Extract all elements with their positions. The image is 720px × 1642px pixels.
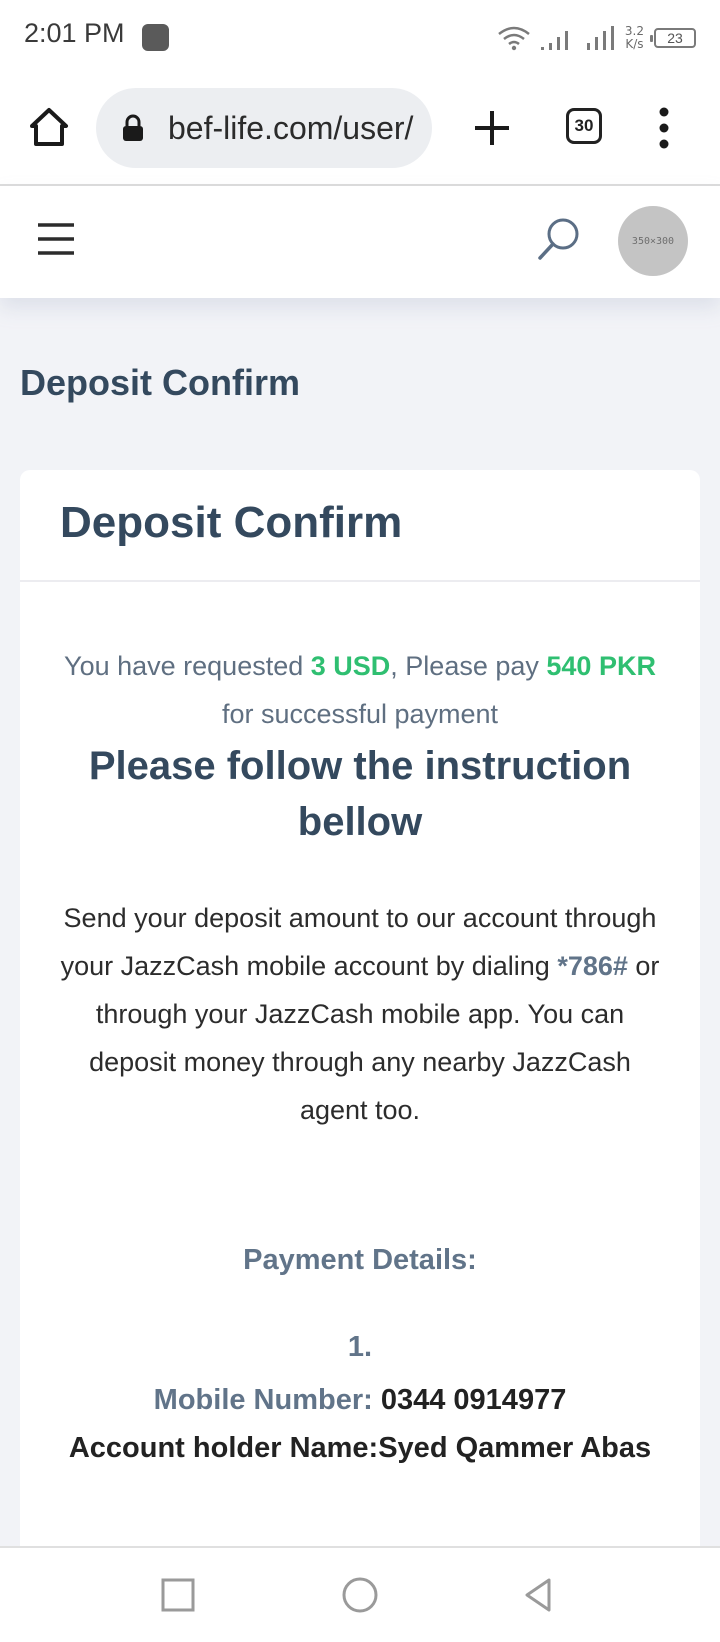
network-speed: 3.2 K/s	[625, 25, 644, 51]
avatar-placeholder-text: 350×300	[631, 235, 675, 247]
tab-switcher-button[interactable]: 30	[566, 108, 602, 144]
card-header: Deposit Confirm	[20, 470, 700, 582]
pay-amount: 540 PKR	[546, 651, 656, 681]
battery-level: 23	[667, 30, 683, 46]
ussd-code: *786#	[557, 951, 628, 981]
battery-icon: 23	[650, 28, 696, 48]
signal-icon-1	[540, 31, 568, 50]
site-header: 350×300	[0, 186, 720, 298]
mobile-number-value: 0344 0914977	[372, 1384, 567, 1416]
new-tab-icon[interactable]	[472, 108, 512, 148]
address-bar[interactable]: bef-life.com/user/	[96, 88, 432, 168]
url-text[interactable]: bef-life.com/user/	[168, 110, 413, 147]
browser-toolbar: bef-life.com/user/ 30	[0, 76, 720, 186]
status-indicators: 3.2 K/s 23	[497, 18, 696, 58]
app-notification-icon	[142, 24, 169, 51]
more-options-icon[interactable]	[648, 104, 680, 152]
back-icon[interactable]	[517, 1572, 563, 1618]
mobile-number-label: Mobile Number:	[153, 1384, 373, 1416]
status-time: 2:01 PM	[24, 18, 125, 48]
payment-item: 1. Mobile Number: 0344 0914977 Account h…	[60, 1331, 660, 1472]
payment-item-number: 1.	[347, 1331, 373, 1363]
account-holder-name: Account holder Name:Syed Qammer Abas	[68, 1432, 652, 1464]
instruction-heading: Please follow the instruction bellow	[88, 744, 632, 844]
request-suffix: for successful payment	[221, 699, 499, 729]
status-bar: 2:01 PM 3.2 K/s 23	[0, 0, 720, 76]
payment-details-heading: Payment Details:	[243, 1244, 477, 1276]
lock-icon	[123, 114, 143, 141]
signal-icon-2	[586, 26, 614, 50]
page-title: Deposit Confirm	[20, 362, 301, 403]
requested-amount: 3 USD	[310, 651, 391, 681]
net-speed-unit: K/s	[625, 37, 644, 51]
request-prefix: You have requested	[64, 651, 311, 681]
instruction-text: Send your deposit amount to our account …	[60, 894, 660, 1134]
avatar[interactable]: 350×300	[618, 206, 688, 276]
search-icon[interactable]	[536, 216, 582, 262]
home-icon[interactable]	[28, 106, 70, 148]
tab-count: 30	[574, 116, 594, 135]
hamburger-menu-icon[interactable]	[36, 222, 76, 256]
mobile-number-line: Mobile Number: 0344 0914977	[60, 1376, 660, 1424]
request-summary: You have requested 3 USD, Please pay 540…	[60, 642, 660, 738]
system-navigation-bar	[0, 1546, 720, 1642]
recent-apps-icon[interactable]	[157, 1572, 203, 1618]
card-body: You have requested 3 USD, Please pay 540…	[20, 642, 700, 1472]
home-nav-icon[interactable]	[337, 1572, 383, 1618]
deposit-card: Deposit Confirm You have requested 3 USD…	[20, 470, 700, 1570]
request-middle: , Please pay	[390, 651, 547, 681]
wifi-icon	[498, 26, 530, 51]
card-title: Deposit Confirm	[60, 498, 403, 547]
